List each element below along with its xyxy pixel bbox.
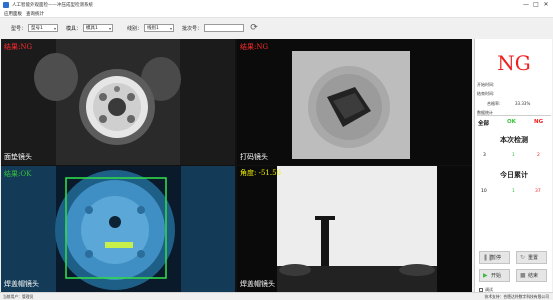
window-controls: — □ ✕ [521,0,551,10]
app-icon [3,2,9,8]
camera-view-cap-weld-2: 角度: -51.56 焊盖帽镜头 [237,166,472,292]
angle-readout: 角度: -51.56 [240,169,281,177]
camera-result-text: 结果:NG [4,43,33,51]
current-user: 当前用户：管理员 [3,293,34,299]
header-ng: NG [534,119,544,125]
today-total-title: 今日累计 [500,170,528,179]
camera-view-cap-weld-1: 结果:OK 焊盖帽镜头 [1,166,235,292]
line-select-value: 线别1 [147,26,159,31]
this-inspection-ok: 1 [512,153,515,158]
pause-button[interactable]: ❚❚ 暂停 [479,251,510,264]
end-time-label: 结束时间: [477,91,495,96]
mold-select-value: 模具1 [86,26,98,31]
toolbar: 型号： 型号1 ▾ 模具： 模具1 ▾ 线别： 线别1 ▾ 批次号： ⟳ [0,18,553,38]
camera-name: 焊盖帽镜头 [240,280,275,288]
model-select-value: 型号1 [31,26,43,31]
refresh-icon[interactable]: ⟳ [249,23,259,33]
today-total-ok: 1 [512,189,515,194]
result-panel: NG 开始时间: 结束时间: 合格率: 33.33% 数据统计 全部 OK NG… [474,39,552,292]
model-label: 型号： [11,25,27,32]
camera-image-cap-weld-2 [237,166,472,292]
close-button[interactable]: ✕ [541,0,551,10]
title-bar: 人工智能外观面检——冲压成型检测系统 — □ ✕ [0,0,553,10]
window-title: 人工智能外观面检——冲压成型检测系统 [12,3,93,8]
pause-icon: ❚❚ [483,254,494,261]
start-label: 开始 [491,273,502,279]
camera-grid: 结果:NG 面垫镜头 结果:NG 打码镜头 结果:OK 焊盖帽镜头 角度: -5… [1,39,472,292]
this-inspection-all: 3 [483,153,486,158]
line-select[interactable]: 线别1 ▾ [144,24,175,32]
today-total-ng: 37 [535,189,541,194]
support-info: 技术支持：合肥达朴数字科技有限公司 [484,293,549,299]
camera-result-text: 结果:OK [4,170,32,178]
chevron-down-icon: ▾ [170,25,173,31]
menu-bar: 应用面板 查询统计 [0,10,553,18]
pause-label: 暂停 [491,255,502,261]
mold-label: 模具： [66,25,82,32]
overall-result: NG [497,51,531,75]
camera-result-text: 结果:NG [240,43,269,51]
header-all: 全部 [478,121,490,127]
play-icon: ▶ [483,272,488,279]
end-label: 结束 [528,273,539,279]
pass-rate-label: 合格率: [487,101,501,106]
mold-select[interactable]: 模具1 ▾ [83,24,114,32]
menu-query-stats[interactable]: 查询统计 [26,11,44,17]
stop-icon: ■ [520,272,526,279]
header-ok: OK [507,119,516,125]
start-time-label: 开始时间: [477,82,495,87]
reset-icon: ↻ [520,254,526,261]
maximize-button[interactable]: □ [531,0,541,10]
camera-view-face-pad: 结果:NG 面垫镜头 [1,39,235,165]
batch-input[interactable] [204,24,245,32]
today-total-all: 10 [481,189,487,194]
camera-name: 面垫镜头 [4,153,32,161]
pass-rate-value: 33.33% [515,101,531,106]
batch-label: 批次号： [182,25,203,32]
end-button[interactable]: ■ 结束 [516,269,547,282]
reset-label: 重置 [528,255,539,261]
minimize-button[interactable]: — [521,0,531,10]
chevron-down-icon: ▾ [109,25,112,31]
menu-app-panel[interactable]: 应用面板 [4,11,22,17]
model-select[interactable]: 型号1 ▾ [28,24,59,32]
camera-image-marking [237,39,472,165]
chevron-down-icon: ▾ [54,25,57,31]
app-window: 人工智能外观面检——冲压成型检测系统 — □ ✕ 应用面板 查询统计 型号： 型… [0,0,553,300]
camera-name: 焊盖帽镜头 [4,280,39,288]
camera-image-cap-weld-1 [1,166,235,292]
camera-name: 打码镜头 [240,153,268,161]
divider [477,115,551,116]
start-button[interactable]: ▶ 开始 [479,269,510,282]
this-inspection-title: 本次检测 [500,135,528,144]
status-bar: 当前用户：管理员 技术支持：合肥达朴数字科技有限公司 [0,292,553,300]
this-inspection-ng: 2 [537,153,540,158]
camera-image-face-pad [1,39,235,165]
line-label: 线别： [127,25,143,32]
reset-button[interactable]: ↻ 重置 [516,251,547,264]
camera-view-marking: 结果:NG 打码镜头 [237,39,472,165]
